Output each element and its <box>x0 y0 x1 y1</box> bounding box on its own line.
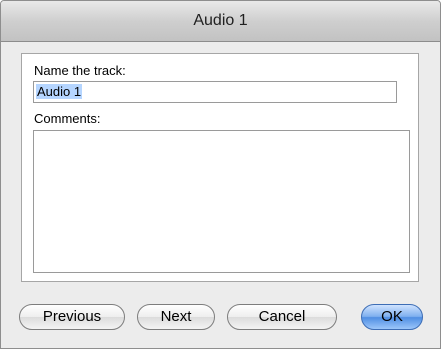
cancel-button[interactable]: Cancel <box>227 304 337 330</box>
ok-button[interactable]: OK <box>361 304 423 330</box>
name-label: Name the track: <box>34 63 126 78</box>
dialog-title: Audio 1 <box>1 1 440 42</box>
form-panel: Name the track: Audio 1 Comments: <box>21 53 419 282</box>
track-name-value: Audio 1 <box>36 84 83 99</box>
track-name-input[interactable]: Audio 1 <box>33 81 397 103</box>
previous-button[interactable]: Previous <box>19 304 125 330</box>
next-button[interactable]: Next <box>137 304 215 330</box>
track-name-dialog: Audio 1 Name the track: Audio 1 Comments… <box>0 0 441 349</box>
comments-textarea[interactable] <box>33 130 410 273</box>
comments-label: Comments: <box>34 111 101 126</box>
